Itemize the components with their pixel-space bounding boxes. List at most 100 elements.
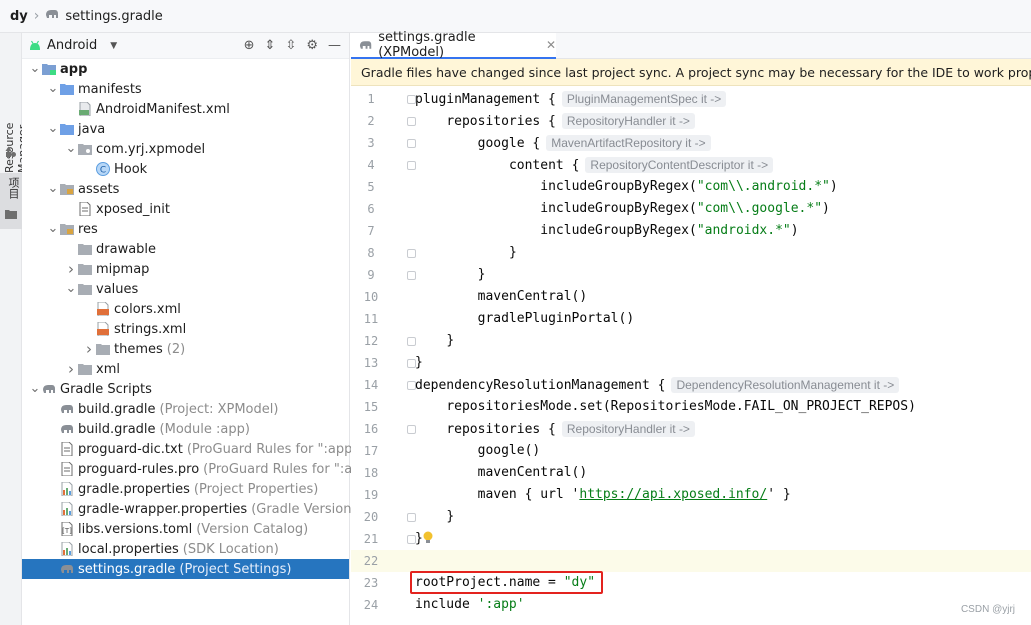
line-number: 1 (367, 92, 375, 106)
tree-item[interactable]: build.gradle (Module :app) (22, 419, 349, 439)
code-line: } (478, 264, 486, 286)
gradle-elephant-icon (45, 8, 59, 24)
fold-marker-icon[interactable] (407, 161, 416, 170)
code-token: gradlePluginPortal() (477, 311, 635, 326)
chevron-right-icon[interactable]: › (82, 340, 96, 358)
tree-item[interactable]: ⌄ app (22, 59, 349, 79)
tree-item[interactable]: [T] libs.versions.toml (Version Catalog) (22, 519, 349, 539)
code-line: } (509, 242, 517, 264)
fold-marker-icon[interactable] (407, 513, 416, 522)
code-token: google() (477, 443, 541, 458)
line-number: 17 (363, 444, 379, 458)
tree-item[interactable]: strings.xml (22, 319, 349, 339)
notice-text: Gradle files have changed since last pro… (361, 64, 1031, 80)
code-token: mavenCentral() (477, 289, 588, 304)
chevron-right-icon[interactable]: › (64, 360, 78, 378)
tree-item[interactable]: proguard-rules.pro (ProGuard Rules for ":… (22, 459, 369, 479)
chevron-down-icon[interactable]: ⌄ (28, 382, 42, 395)
tree-item-label: app (60, 61, 88, 77)
xml-file-icon (96, 302, 110, 316)
expand-all-icon[interactable]: ⇕ (265, 38, 276, 53)
tree-item[interactable]: ⌄ com.yrj.xpmodel (22, 139, 349, 159)
gradle-elephant-icon (42, 382, 56, 396)
folder-blue-icon (60, 122, 74, 136)
chevron-down-icon[interactable]: ⌄ (46, 82, 60, 95)
gradle-elephant-icon (359, 41, 372, 49)
tree-item[interactable]: xposed_init (22, 199, 349, 219)
tree-item[interactable]: build.gradle (Project: XPModel) (22, 399, 349, 419)
lightbulb-icon[interactable] (423, 531, 433, 549)
tree-item-label: proguard-rules.pro (78, 461, 200, 477)
fold-marker-icon[interactable] (407, 249, 416, 258)
tree-item[interactable]: ⌄ values (22, 279, 349, 299)
code-token: google { (477, 136, 541, 151)
class-icon: C (96, 162, 110, 176)
tree-item-label: xml (96, 361, 120, 377)
gear-icon[interactable]: ⚙ (306, 38, 318, 53)
chevron-down-icon[interactable]: ⌄ (28, 62, 42, 75)
fold-marker-icon[interactable] (407, 117, 416, 126)
chevron-down-icon[interactable]: ⌄ (46, 122, 60, 135)
tree-item[interactable]: › xml (22, 359, 349, 379)
tree-item[interactable]: ⌄ manifests (22, 79, 349, 99)
tree-item[interactable]: ⌄ res (22, 219, 349, 239)
fold-marker-icon[interactable] (407, 139, 416, 148)
tree-item[interactable]: ⌄ assets (22, 179, 349, 199)
code-token: } (446, 333, 455, 348)
collapse-all-icon[interactable]: ⇳ (285, 38, 296, 53)
chevron-right-icon[interactable]: › (64, 260, 78, 278)
tab-settings-gradle[interactable]: settings.gradle (XPModel) ✕ (351, 30, 556, 60)
chevron-down-icon[interactable]: ⌄ (64, 142, 78, 155)
android-icon (30, 40, 40, 50)
tree-item[interactable]: › mipmap (22, 259, 349, 279)
breadcrumb-project[interactable]: dy (10, 9, 28, 24)
breadcrumb-file[interactable]: settings.gradle (65, 9, 162, 24)
tree-item[interactable]: drawable (22, 239, 349, 259)
chevron-down-icon[interactable]: ⌄ (64, 282, 78, 295)
code-line: } (415, 352, 423, 374)
manifest-file-icon (78, 102, 92, 116)
code-editor[interactable]: 1 pluginManagement {PluginManagementSpec … (351, 87, 1031, 625)
tab-label: settings.gradle (XPModel) (378, 30, 476, 60)
gradle-elephant-icon (60, 422, 74, 436)
tree-item[interactable]: colors.xml (22, 299, 349, 319)
chevron-down-icon[interactable]: ⌄ (46, 182, 60, 195)
tree-item[interactable]: C Hook (22, 159, 349, 179)
tree-item[interactable]: ⌄ java (22, 119, 349, 139)
code-line: dependencyResolutionManagement {Dependen… (415, 374, 900, 396)
hide-panel-icon[interactable]: — (328, 38, 341, 53)
project-view-selector[interactable]: Android ▼ (28, 38, 117, 53)
tree-item[interactable]: gradle-wrapper.properties (Gradle Version… (22, 499, 357, 519)
project-tab[interactable]: 项目 (0, 173, 22, 229)
line-number: 22 (363, 554, 379, 568)
tree-item[interactable]: ⌄ Gradle Scripts (22, 379, 349, 399)
gradle-elephant-icon (60, 562, 74, 576)
fold-marker-icon[interactable] (407, 425, 416, 434)
tree-item[interactable]: settings.gradle (Project Settings) (22, 559, 349, 579)
inlay-hint: DependencyResolutionManagement it -> (671, 377, 900, 393)
tree-item-hint: (Project Settings) (179, 561, 292, 577)
chevron-down-icon[interactable]: ⌄ (46, 222, 60, 235)
tree-item-label: build.gradle (78, 401, 156, 417)
xml-file-icon (96, 322, 110, 336)
line-number: 3 (367, 136, 375, 150)
tree-item[interactable]: proguard-dic.txt (ProGuard Rules for ":ap… (22, 439, 363, 459)
text-file-icon (60, 442, 74, 456)
tree-item-label: java (78, 121, 106, 137)
tree-item[interactable]: › themes (2) (22, 339, 349, 359)
close-icon[interactable]: ✕ (546, 38, 556, 52)
fold-marker-icon[interactable] (407, 271, 416, 280)
module-folder-icon (42, 62, 56, 76)
code-token: } (508, 245, 517, 260)
code-url-link[interactable]: https://api.xposed.info/ (579, 487, 767, 502)
tree-item[interactable]: local.properties (SDK Location) (22, 539, 349, 559)
fold-marker-icon[interactable] (407, 337, 416, 346)
tree-item-label: xposed_init (96, 201, 170, 217)
tree-item[interactable]: AndroidManifest.xml (22, 99, 349, 119)
res-folder-icon (60, 222, 74, 236)
tree-item[interactable]: gradle.properties (Project Properties) (22, 479, 349, 499)
gradle-sync-notice: Gradle files have changed since last pro… (351, 59, 1031, 86)
tree-item-label: build.gradle (78, 421, 156, 437)
locate-file-icon[interactable]: ⊕ (244, 38, 255, 53)
tree-item-label: proguard-dic.txt (78, 441, 183, 457)
